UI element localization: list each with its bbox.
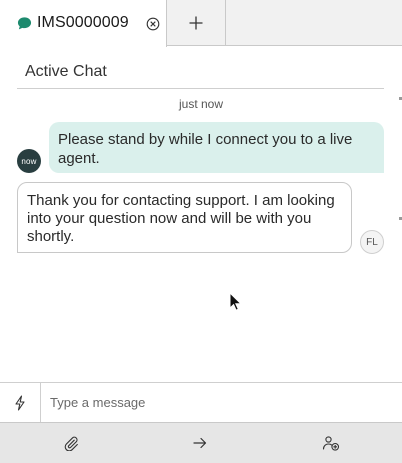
close-circle-icon[interactable] [146,17,160,31]
tab-label: IMS0000009 [37,14,129,31]
message-input[interactable] [41,383,399,422]
add-participant-button[interactable] [311,423,351,463]
page-title: Active Chat [25,63,107,80]
quick-actions-button[interactable] [0,383,41,422]
message-composer [0,382,402,422]
plus-icon [189,16,203,30]
chat-toolbar [0,422,402,463]
chat-panel: IMS0000009 Active Chat just now Please s… [0,0,402,463]
divider [17,88,384,89]
lightning-icon [15,394,25,411]
chat-bubble-icon [17,17,32,30]
transfer-button[interactable] [180,423,220,463]
user-avatar: FL [360,230,384,254]
agent-avatar: now [17,149,41,173]
arrow-right-icon [193,437,207,449]
add-person-icon [322,436,340,451]
tab-ims0000009[interactable]: IMS0000009 [0,0,167,47]
tab-bar: IMS0000009 [0,0,402,47]
attach-button[interactable] [51,423,91,463]
agent-message-bubble: Please stand by while I connect you to a… [49,122,384,173]
add-tab-button[interactable] [167,0,226,46]
mouse-cursor-icon [229,292,243,311]
paperclip-icon [64,436,78,451]
message-timestamp: just now [178,97,224,111]
user-message-bubble: Thank you for contacting support. I am l… [17,182,352,253]
